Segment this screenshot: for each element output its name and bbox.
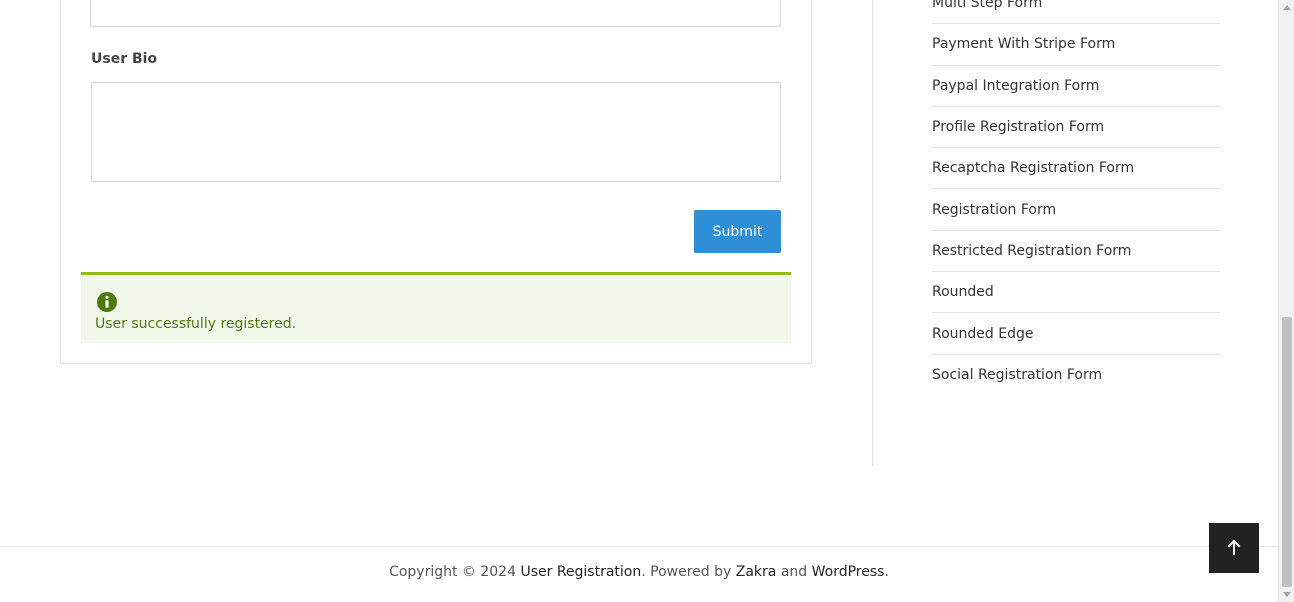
page-scrollbar[interactable] xyxy=(1278,0,1294,602)
success-message: User successfully registered. xyxy=(95,316,297,332)
arrow-up-icon xyxy=(1226,539,1242,558)
and-text: and xyxy=(776,564,812,580)
sidebar-link-rounded[interactable]: Rounded xyxy=(932,284,994,300)
sidebar-link-recaptcha-registration-form[interactable]: Recaptcha Registration Form xyxy=(932,160,1134,176)
sidebar-link-profile-registration-form[interactable]: Profile Registration Form xyxy=(932,119,1104,135)
scroll-down-arrow-icon[interactable] xyxy=(1283,592,1291,597)
scrollbar-thumb[interactable] xyxy=(1282,317,1292,587)
list-item: Multi Step Form xyxy=(932,0,1220,25)
sidebar-link-social-registration-form[interactable]: Social Registration Form xyxy=(932,367,1102,383)
footer-divider xyxy=(0,546,1278,547)
list-item: Social Registration Form xyxy=(932,355,1220,396)
list-item: Profile Registration Form xyxy=(932,107,1220,149)
theme-link[interactable]: Zakra xyxy=(736,564,777,580)
period-text: . xyxy=(884,564,889,580)
info-icon xyxy=(97,292,117,312)
user-bio-textarea[interactable] xyxy=(91,82,781,182)
footer-copyright: Copyright © 2024 User Registration. Powe… xyxy=(0,564,1278,580)
list-item: Rounded Edge xyxy=(932,313,1220,355)
sidebar-link-payment-with-stripe-form[interactable]: Payment With Stripe Form xyxy=(932,36,1115,52)
sidebar-link-restricted-registration-form[interactable]: Restricted Registration Form xyxy=(932,243,1131,259)
previous-field-input[interactable] xyxy=(90,0,781,27)
list-item: Recaptcha Registration Form xyxy=(932,148,1220,190)
list-item: Registration Form xyxy=(932,189,1220,231)
sidebar-link-paypal-integration-form[interactable]: Paypal Integration Form xyxy=(932,78,1099,94)
success-notice: User successfully registered. xyxy=(81,272,791,343)
scroll-to-top-button[interactable] xyxy=(1209,523,1259,573)
sidebar-form-list: Multi Step Form Payment With Stripe Form… xyxy=(932,0,1220,396)
user-bio-label: User Bio xyxy=(91,51,158,67)
list-item: Paypal Integration Form xyxy=(932,66,1220,107)
sidebar-link-multi-step-form[interactable]: Multi Step Form xyxy=(932,0,1042,11)
scroll-up-arrow-icon[interactable] xyxy=(1283,5,1291,10)
copyright-prefix: Copyright © 2024 xyxy=(389,564,521,580)
wordpress-link[interactable]: WordPress xyxy=(812,564,885,580)
submit-button[interactable]: Submit xyxy=(694,210,781,253)
list-item: Rounded xyxy=(932,272,1220,314)
sidebar-divider xyxy=(872,0,873,466)
list-item: Payment With Stripe Form xyxy=(932,24,1220,66)
list-item: Restricted Registration Form xyxy=(932,231,1220,273)
sidebar-link-registration-form[interactable]: Registration Form xyxy=(932,202,1056,218)
site-link[interactable]: User Registration xyxy=(520,564,641,580)
powered-by-text: . Powered by xyxy=(641,564,736,580)
sidebar-link-rounded-edge[interactable]: Rounded Edge xyxy=(932,326,1033,342)
